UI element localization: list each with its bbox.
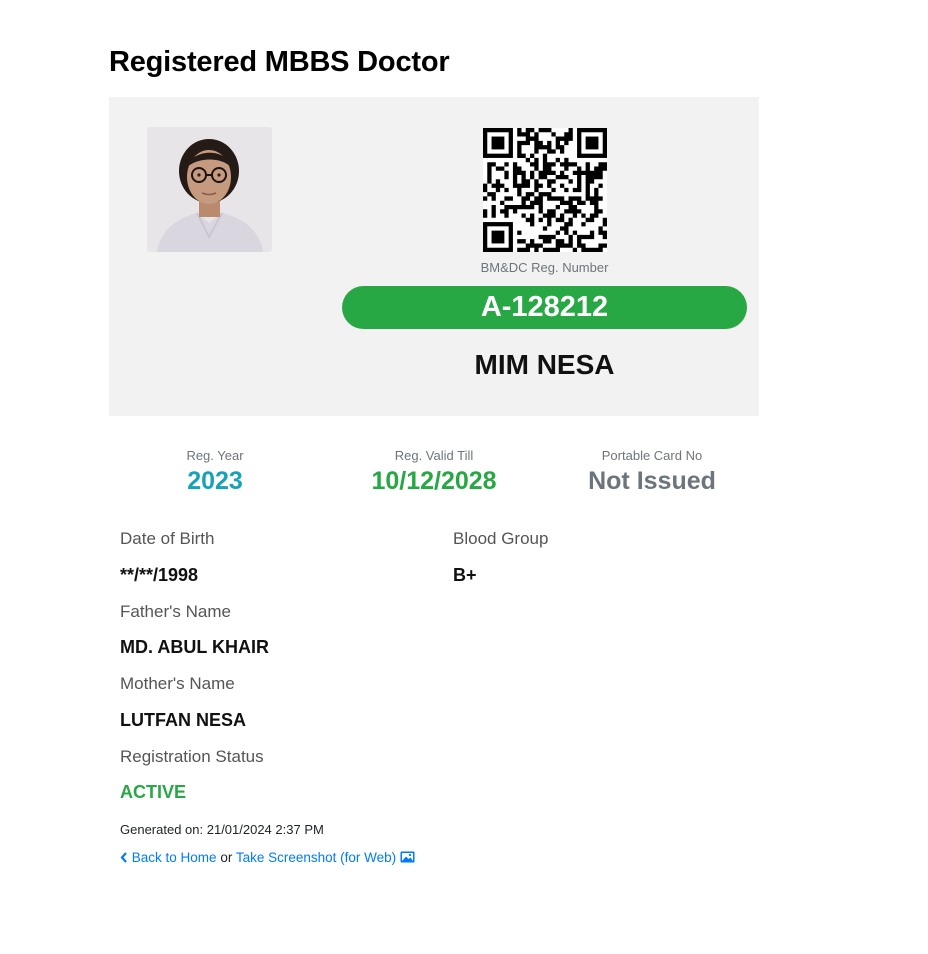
stat-portable-card: Portable Card No Not Issued (572, 448, 732, 496)
qr-code-icon (483, 128, 607, 252)
reg-year-value: 2023 (187, 467, 243, 495)
page-title: Registered MBBS Doctor (109, 46, 450, 78)
mother-name-value: LUTFAN NESA (120, 710, 246, 730)
doctor-card: BM&DC Reg. Number A-128212 MIM NESA (109, 97, 759, 416)
back-to-home-link[interactable]: Back to Home (120, 850, 220, 865)
doctor-photo (147, 127, 272, 252)
doctor-name: MIM NESA (474, 349, 615, 380)
father-name-label: Father's Name (120, 602, 231, 621)
generated-timestamp: Generated on: 21/01/2024 2:37 PM (120, 822, 324, 837)
footer-links: Back to Home or Take Screenshot (for Web… (120, 850, 415, 866)
image-icon (400, 851, 415, 866)
stat-reg-year: Reg. Year 2023 (160, 448, 270, 496)
registration-status-label: Registration Status (120, 747, 264, 766)
chevron-left-icon (120, 851, 128, 866)
portable-card-label: Portable Card No (601, 448, 703, 463)
father-name-value: MD. ABUL KHAIR (120, 637, 269, 657)
take-screenshot-link[interactable]: Take Screenshot (for Web) (236, 850, 415, 865)
dob-label: Date of Birth (120, 529, 215, 548)
mother-name-label: Mother's Name (120, 674, 235, 693)
portable-card-value: Not Issued (588, 467, 716, 495)
dob-value: **/**/1998 (120, 565, 199, 585)
valid-till-label: Reg. Valid Till (394, 448, 474, 463)
take-screenshot-label: Take Screenshot (for Web) (235, 850, 397, 865)
or-text: or (220, 850, 233, 865)
back-to-home-label: Back to Home (131, 850, 217, 865)
reg-year-label: Reg. Year (186, 448, 244, 463)
reg-number-label: BM&DC Reg. Number (480, 260, 609, 275)
blood-group-label: Blood Group (453, 529, 549, 548)
blood-group-value: B+ (453, 565, 477, 585)
reg-number-badge: A-128212 (342, 286, 747, 329)
valid-till-value: 10/12/2028 (371, 467, 497, 495)
registration-status-value: ACTIVE (120, 782, 187, 802)
stat-valid-till: Reg. Valid Till 10/12/2028 (354, 448, 514, 496)
